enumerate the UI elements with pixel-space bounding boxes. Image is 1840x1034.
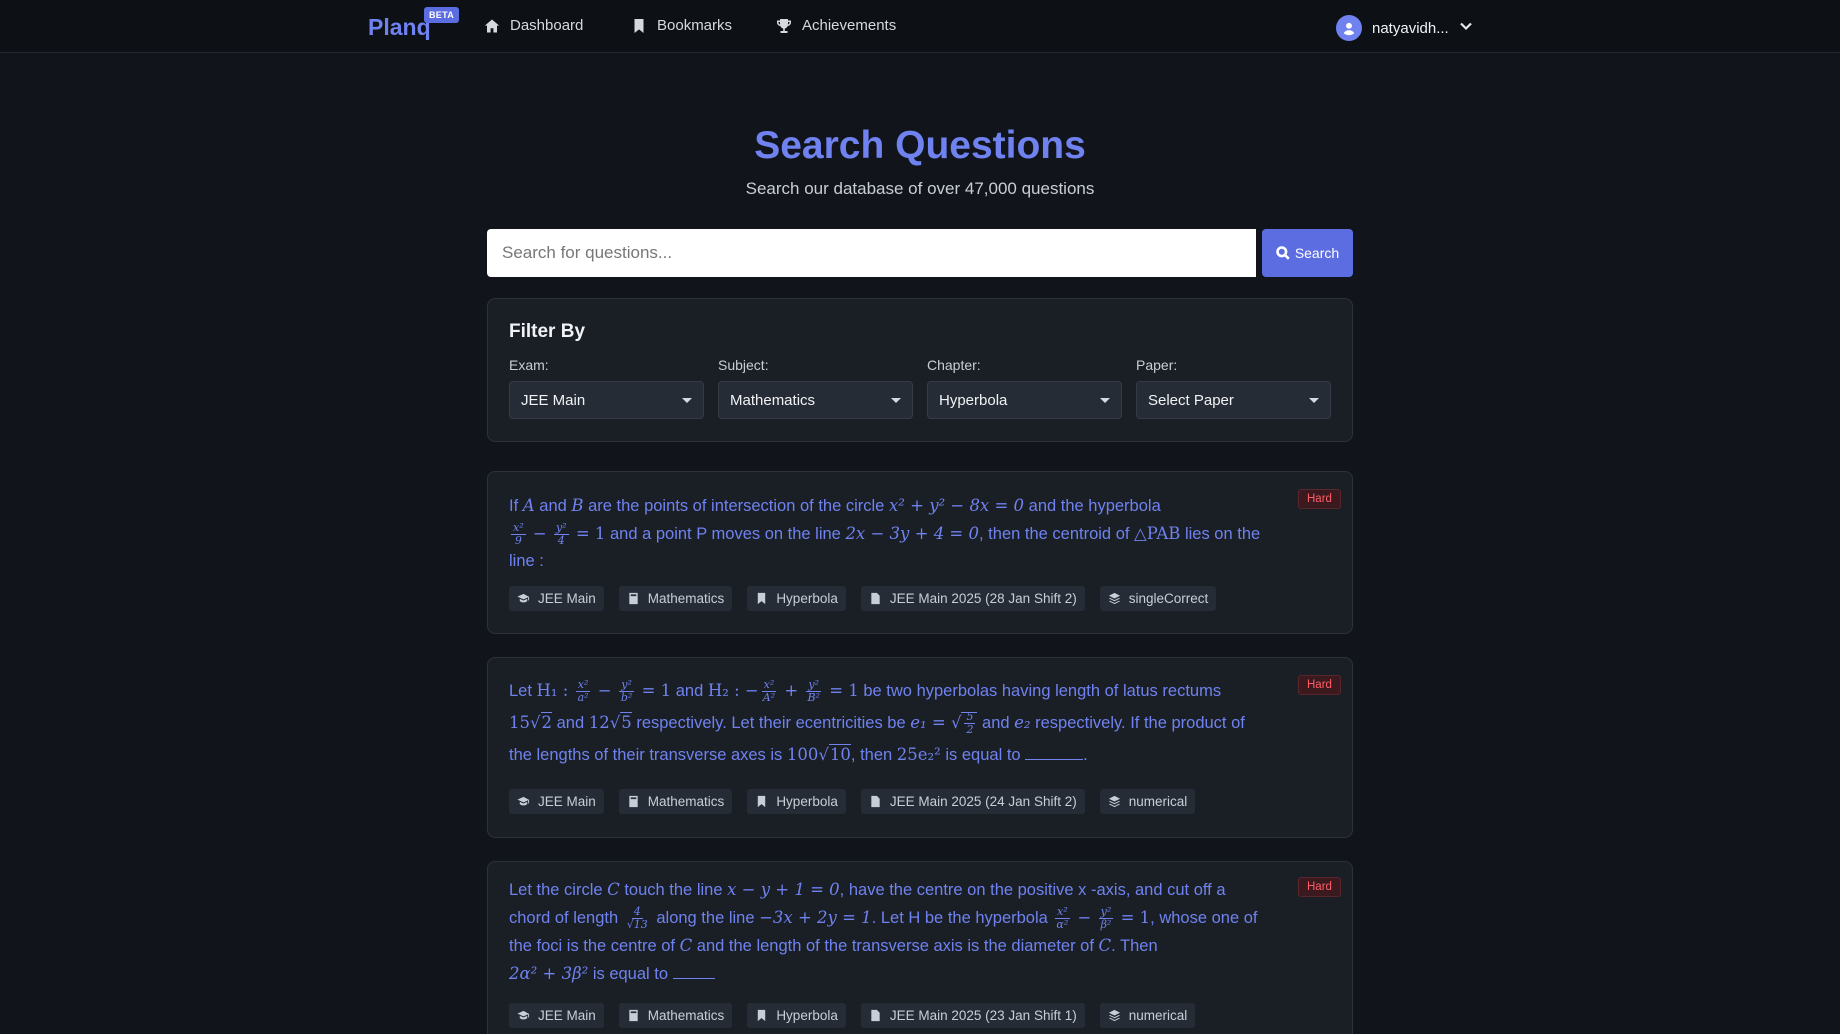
chapter-select[interactable]: Hyperbola bbox=[927, 381, 1122, 419]
book-icon bbox=[629, 795, 638, 808]
filter-exam-label: Exam: bbox=[509, 357, 549, 373]
search-button-label: Search bbox=[1294, 245, 1340, 261]
filter-chapter-label: Chapter: bbox=[927, 357, 981, 373]
caret-down-icon bbox=[891, 397, 901, 403]
page-subtitle: Search our database of over 47,000 quest… bbox=[745, 179, 1095, 198]
filter-subject: Subject: Mathematics bbox=[718, 357, 913, 419]
paper-select-value: Select Paper bbox=[1148, 391, 1234, 409]
tag-chapter: Hyperbola bbox=[747, 789, 846, 814]
bookmark-icon bbox=[634, 18, 644, 33]
avatar bbox=[1336, 15, 1362, 41]
book-icon bbox=[629, 592, 638, 605]
caret-down-icon bbox=[682, 397, 692, 403]
search-icon bbox=[1276, 246, 1290, 260]
question-tags: JEE Main Mathematics Hyperbola JEE Main … bbox=[509, 1003, 1196, 1028]
exam-select[interactable]: JEE Main bbox=[509, 381, 704, 419]
search-input[interactable] bbox=[487, 229, 1256, 277]
filter-title: Filter By bbox=[509, 321, 586, 342]
caret-down-icon bbox=[1100, 397, 1110, 403]
bookmark-icon bbox=[758, 1009, 766, 1022]
question-text: Let the circle C touch the line x − y + … bbox=[509, 880, 1258, 983]
file-icon bbox=[871, 592, 880, 605]
graduation-cap-icon bbox=[517, 796, 530, 806]
chapter-select-value: Hyperbola bbox=[939, 391, 1008, 409]
question-tags: JEE Main Mathematics Hyperbola JEE Main … bbox=[509, 586, 1217, 611]
subject-select-value: Mathematics bbox=[730, 391, 816, 409]
paper-select[interactable]: Select Paper bbox=[1136, 381, 1331, 419]
question-card[interactable]: Hard If A and B are the points of inters… bbox=[487, 471, 1353, 634]
nav-bookmarks-label: Bookmarks bbox=[657, 17, 733, 34]
filter-paper-label: Paper: bbox=[1136, 357, 1178, 373]
user-circle-icon bbox=[1343, 22, 1355, 36]
tag-exam: JEE Main bbox=[509, 1003, 604, 1028]
nav-achievements-label: Achievements bbox=[802, 17, 897, 34]
file-icon bbox=[871, 795, 880, 808]
tag-chapter: Hyperbola bbox=[747, 1003, 846, 1028]
filter-subject-label: Subject: bbox=[718, 357, 769, 373]
filter-chapter: Chapter: Hyperbola bbox=[927, 357, 1122, 419]
graduation-cap-icon bbox=[517, 593, 530, 603]
layers-icon bbox=[1108, 592, 1120, 605]
tag-paper: JEE Main 2025 (23 Jan Shift 1) bbox=[860, 1003, 1085, 1028]
nav-bookmarks[interactable]: Bookmarks bbox=[631, 17, 732, 34]
tag-paper: JEE Main 2025 (28 Jan Shift 2) bbox=[860, 586, 1085, 611]
layers-icon bbox=[1108, 1009, 1120, 1022]
nav-dashboard[interactable]: Dashboard bbox=[484, 17, 583, 34]
nav-achievements[interactable]: Achievements bbox=[776, 17, 896, 34]
user-menu[interactable]: natyavidh... bbox=[1336, 15, 1473, 41]
nav-dashboard-label: Dashboard bbox=[510, 17, 584, 34]
search-button[interactable]: Search bbox=[1262, 229, 1353, 277]
trophy-icon bbox=[777, 18, 791, 33]
page-title: Search Questions bbox=[754, 124, 1086, 167]
tag-type: numerical bbox=[1099, 1003, 1196, 1028]
question-tags: JEE Main Mathematics Hyperbola JEE Main … bbox=[509, 789, 1196, 814]
tag-chapter: Hyperbola bbox=[747, 586, 846, 611]
beta-badge: BETA bbox=[424, 7, 460, 23]
difficulty-badge: Hard bbox=[1298, 489, 1341, 509]
book-icon bbox=[629, 1009, 638, 1022]
layers-icon bbox=[1108, 795, 1120, 808]
filter-exam: Exam: JEE Main bbox=[509, 357, 704, 419]
tag-subject: Mathematics bbox=[618, 1003, 733, 1028]
tag-subject: Mathematics bbox=[618, 586, 733, 611]
home-icon bbox=[484, 19, 500, 32]
filter-panel: Filter By Exam: JEE Main Subject: Mathem… bbox=[487, 298, 1353, 442]
username: natyavidh... bbox=[1372, 19, 1449, 37]
tag-subject: Mathematics bbox=[618, 789, 733, 814]
difficulty-badge: Hard bbox=[1298, 675, 1341, 695]
question-card[interactable]: Hard Let H₁ : x² a² − y² b² = 1 and H₂ : −… bbox=[487, 657, 1353, 838]
navbar: Planq BETA Dashboard Bookmarks Achieveme… bbox=[0, 0, 1840, 53]
subject-select[interactable]: Mathematics bbox=[718, 381, 913, 419]
question-text: Let H₁ : x² a² − y² b² = 1 and H₂ : − x² A² … bbox=[509, 678, 1245, 764]
brand-logo[interactable]: Planq bbox=[368, 14, 431, 41]
difficulty-badge: Hard bbox=[1298, 877, 1341, 897]
filter-paper: Paper: Select Paper bbox=[1136, 357, 1331, 419]
tag-type: numerical bbox=[1099, 789, 1196, 814]
bookmark-icon bbox=[758, 592, 766, 605]
bookmark-icon bbox=[758, 795, 766, 808]
tag-exam: JEE Main bbox=[509, 586, 604, 611]
exam-select-value: JEE Main bbox=[521, 391, 586, 409]
caret-down-icon bbox=[1309, 397, 1319, 403]
tag-exam: JEE Main bbox=[509, 789, 604, 814]
tag-paper: JEE Main 2025 (24 Jan Shift 2) bbox=[860, 789, 1085, 814]
tag-type: singleCorrect bbox=[1099, 586, 1217, 611]
question-text: If A and B are the points of intersectio… bbox=[509, 496, 1261, 570]
chevron-down-icon bbox=[1459, 19, 1473, 37]
question-card[interactable]: Hard Let the circle C touch the line x −… bbox=[487, 861, 1353, 1034]
graduation-cap-icon bbox=[517, 1010, 530, 1020]
file-icon bbox=[871, 1009, 880, 1022]
